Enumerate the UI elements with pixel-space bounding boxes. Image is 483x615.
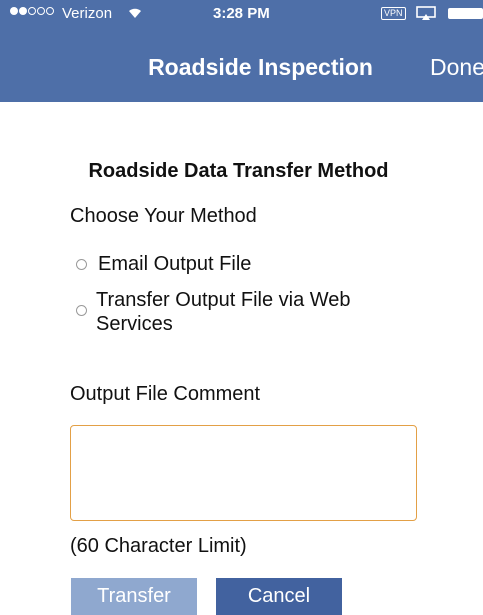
section-title-text: Roadside Data Transfer Method: [88, 160, 389, 182]
screen-mirroring-icon: [416, 6, 436, 20]
web-services-option[interactable]: Transfer Output File via Web Services: [76, 288, 406, 336]
cancel-button[interactable]: Cancel: [216, 578, 342, 615]
vpn-badge: VPN: [381, 7, 406, 20]
choose-method-label: Choose Your Method: [70, 205, 257, 227]
output-file-comment-input[interactable]: [70, 425, 417, 521]
header: Verizon 3:28 PM VPN Roadside Inspection …: [0, 0, 483, 102]
nav-title-text: Roadside Inspection: [148, 54, 373, 80]
status-bar: Verizon 3:28 PM VPN: [0, 0, 483, 28]
email-output-option[interactable]: Email Output File: [76, 252, 251, 276]
character-limit-note: (60 Character Limit): [70, 535, 247, 557]
carrier-name: Verizon: [62, 5, 113, 22]
web-services-option-label: Transfer Output File via Web Services: [96, 289, 351, 335]
screen: Verizon 3:28 PM VPN Roadside Inspection …: [0, 0, 483, 615]
nav-title: Roadside Inspection: [0, 54, 400, 81]
status-time: 3:28 PM: [213, 5, 270, 22]
email-option-label: Email Output File: [98, 253, 252, 275]
wifi-icon: [127, 5, 143, 22]
signal-strength-icon: [10, 7, 55, 15]
radio-button-email[interactable]: [76, 259, 87, 270]
section-title: Roadside Data Transfer Method: [0, 160, 483, 183]
battery-icon: [448, 8, 483, 19]
done-button[interactable]: Done: [430, 54, 483, 81]
radio-button-web-services[interactable]: [76, 305, 87, 316]
comment-label: Output File Comment: [70, 383, 261, 405]
transfer-button[interactable]: Transfer: [71, 578, 197, 615]
